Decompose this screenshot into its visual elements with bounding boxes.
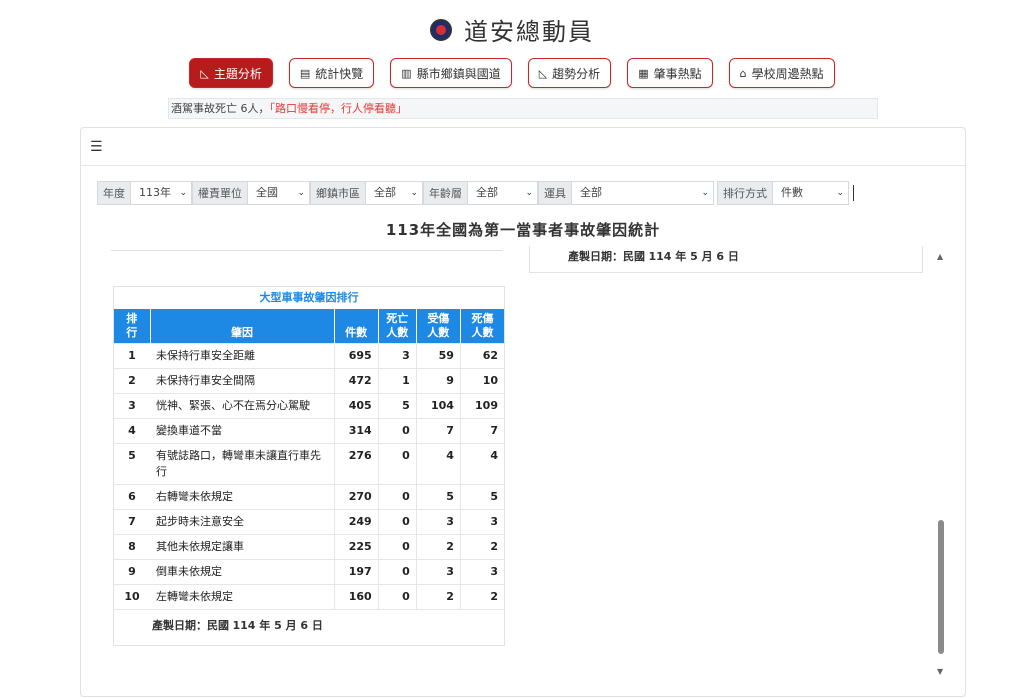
- nav-school-hotspots-button[interactable]: ⌂ 學校周邊熱點: [728, 58, 835, 88]
- chevron-down-icon: ⌄: [179, 188, 187, 198]
- table-row: 9 倒車未依規定 197 0 3 3: [114, 559, 504, 585]
- school-icon: ⌂: [739, 66, 747, 80]
- report-card: ☰ 年度 113年 ⌄ 權責單位 全國 ⌄ 鄉鎮市區 全部 ⌄ 年齡層 全部 ⌄ 運具 …: [80, 127, 966, 697]
- table-row: 3 恍神、緊張、心不在焉分心駕駛 405 5 104 109: [114, 393, 504, 419]
- nav-statistics-overview-button[interactable]: ▤ 統計快覽: [288, 58, 375, 88]
- dashboard-icon: ▤: [299, 66, 311, 80]
- right-panel-footer: 產製日期：民國 114 年 5 月 6 日: [529, 246, 923, 273]
- vehicle-filter-label: 運具: [538, 181, 572, 205]
- table-header-row: 排行 肇因 件數 死亡 人數 受傷 人數 死傷 人數: [114, 309, 504, 344]
- report-scroll-area: 產製日期：民國 114 年 5 月 6 日 大型車事故肇因排行 排行 肇因 件數…: [111, 246, 957, 698]
- table-row: 2 未保持行車安全間隔 472 1 9 10: [114, 368, 504, 394]
- site-header: 道安總動員: [0, 12, 1024, 47]
- table-row: 4 變換車道不當 314 0 7 7: [114, 418, 504, 444]
- vehicle-select[interactable]: 全部 ⌄: [572, 181, 714, 205]
- year-select[interactable]: 113年 ⌄: [131, 181, 192, 205]
- table-row: 7 起步時未注意安全 249 0 3 3: [114, 509, 504, 535]
- table-footer-date: 產製日期：民國 114 年 5 月 6 日: [114, 609, 504, 645]
- chart-area-icon: ◺: [200, 66, 209, 80]
- nav-trend-analysis-button[interactable]: ◺ 趨勢分析: [527, 58, 612, 88]
- bar-chart-icon: ▥: [401, 66, 412, 80]
- table-row: 8 其他未依規定讓車 225 0 2 2: [114, 534, 504, 560]
- header-injured[interactable]: 受傷 人數: [416, 309, 461, 344]
- sort-filter-label: 排行方式: [717, 181, 773, 205]
- large-vehicle-cause-ranking-card: 大型車事故肇因排行 排行 肇因 件數 死亡 人數 受傷 人數 死傷 人數 1 未保持行車…: [113, 286, 505, 646]
- chevron-down-icon: ⌄: [525, 188, 533, 198]
- header-deaths[interactable]: 死亡 人數: [378, 309, 417, 344]
- hamburger-menu-icon[interactable]: ☰: [90, 139, 103, 155]
- main-nav: ◺ 主題分析 ▤ 統計快覽 ▥ 縣市鄉鎮與國道 ◺ 趨勢分析 ▦ 肇事熱點 ⌂ 學校周邊熱點: [0, 58, 1024, 88]
- vertical-scrollbar[interactable]: ▲ ▼: [933, 252, 949, 676]
- scroll-down-arrow-icon[interactable]: ▼: [937, 667, 943, 676]
- age-filter-label: 年齡層: [423, 181, 468, 205]
- report-title: 113年全國為第一當事者事故肇因統計: [385, 221, 661, 239]
- text-cursor: [853, 185, 854, 201]
- announcement-marquee: 酒駕事故死亡 6人，「路口慢看停，行人停看聽」: [168, 98, 878, 119]
- table-row: 6 右轉彎未依規定 270 0 5 5: [114, 484, 504, 510]
- header-casualties[interactable]: 死傷 人數: [460, 309, 504, 344]
- filter-bar: 年度 113年 ⌄ 權責單位 全國 ⌄ 鄉鎮市區 全部 ⌄ 年齡層 全部 ⌄ 運具 全部…: [97, 181, 854, 205]
- unit-select[interactable]: 全國 ⌄: [248, 181, 310, 205]
- police-emblem-icon: [430, 18, 452, 41]
- unit-filter-label: 權責單位: [192, 181, 248, 205]
- card-toolbar: ☰: [81, 128, 965, 166]
- table-row: 10 左轉彎未依規定 160 0 2 2: [114, 584, 504, 609]
- table-row: 1 未保持行車安全距離 695 3 59 62: [114, 343, 504, 369]
- header-cause[interactable]: 肇因: [150, 309, 335, 344]
- divider: [111, 250, 503, 251]
- map-icon: ▦: [638, 66, 649, 80]
- line-chart-icon: ◺: [538, 66, 548, 80]
- header-rank[interactable]: 排行: [114, 309, 151, 344]
- chevron-down-icon: ⌄: [836, 188, 844, 198]
- cause-ranking-table: 排行 肇因 件數 死亡 人數 受傷 人數 死傷 人數 1 未保持行車安全距離 695 3 59…: [114, 309, 504, 609]
- scroll-up-arrow-icon[interactable]: ▲: [937, 252, 943, 261]
- district-filter-label: 鄉鎮市區: [310, 181, 366, 205]
- scrollbar-thumb[interactable]: [938, 520, 944, 654]
- nav-topic-analysis-button[interactable]: ◺ 主題分析: [189, 58, 273, 88]
- table-row: 5 有號誌路口，轉彎車未讓直行車先行 276 0 4 4: [114, 443, 504, 485]
- district-select[interactable]: 全部 ⌄: [366, 181, 423, 205]
- table-caption: 大型車事故肇因排行: [259, 291, 359, 304]
- chevron-down-icon: ⌄: [297, 188, 305, 198]
- chevron-down-icon: ⌄: [701, 188, 709, 198]
- nav-county-township-button[interactable]: ▥ 縣市鄉鎮與國道: [390, 58, 512, 88]
- sort-select[interactable]: 件數 ⌄: [773, 181, 849, 205]
- chevron-down-icon: ⌄: [410, 188, 418, 198]
- age-select[interactable]: 全部 ⌄: [468, 181, 538, 205]
- header-count[interactable]: 件數: [334, 309, 379, 344]
- nav-accident-hotspots-button[interactable]: ▦ 肇事熱點: [627, 58, 713, 88]
- year-filter-label: 年度: [97, 181, 131, 205]
- site-title: 道安總動員: [464, 18, 594, 46]
